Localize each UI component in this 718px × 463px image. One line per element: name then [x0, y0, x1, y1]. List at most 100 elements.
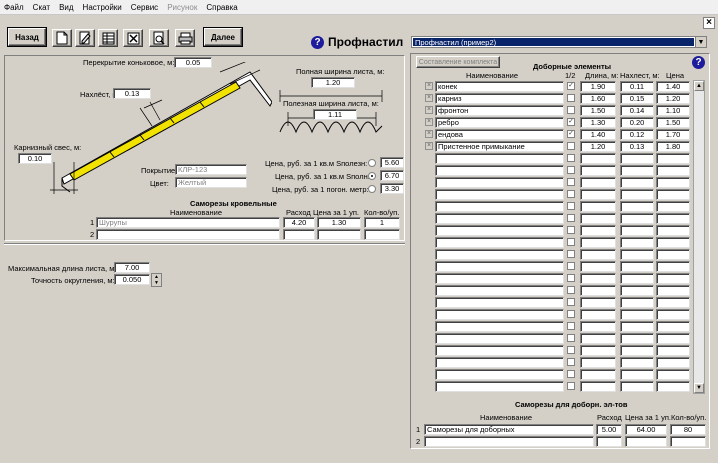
acc-screw-qty-input[interactable] [670, 436, 706, 447]
accessory-price-input[interactable] [656, 381, 690, 392]
accessory-name-input[interactable] [435, 201, 564, 212]
accessory-length-input[interactable]: 1.60 [580, 93, 616, 104]
accessory-overlap-input[interactable] [620, 261, 654, 272]
accessory-price-input[interactable] [656, 177, 690, 188]
accessory-overlap-input[interactable] [620, 273, 654, 284]
accessory-name-input[interactable] [435, 273, 564, 284]
print-button[interactable] [175, 29, 195, 47]
acc-screw-usage-input[interactable]: 5.00 [596, 424, 622, 435]
half-checkbox[interactable] [567, 178, 575, 186]
half-checkbox[interactable] [567, 238, 575, 246]
accessory-overlap-input[interactable] [620, 381, 654, 392]
accessory-overlap-input[interactable] [620, 309, 654, 320]
accessory-price-input[interactable] [656, 189, 690, 200]
accessory-price-input[interactable]: 1.70 [656, 129, 690, 140]
acc-screw-usage-input[interactable] [596, 436, 622, 447]
half-checkbox[interactable] [567, 214, 575, 222]
accessory-price-input[interactable] [656, 237, 690, 248]
accessory-price-input[interactable] [656, 201, 690, 212]
accessory-price-input[interactable] [656, 297, 690, 308]
accessory-overlap-input[interactable] [620, 345, 654, 356]
accessory-price-input[interactable] [656, 225, 690, 236]
price-full-radio[interactable] [368, 172, 376, 180]
accessory-name-input[interactable] [435, 153, 564, 164]
accessory-length-input[interactable] [580, 297, 616, 308]
half-checkbox[interactable] [567, 310, 575, 318]
accessory-overlap-input[interactable]: 0.12 [620, 129, 654, 140]
accessory-length-input[interactable] [580, 201, 616, 212]
color-input[interactable]: Желтый [175, 177, 247, 188]
accessory-price-input[interactable] [656, 249, 690, 260]
accessory-name-input[interactable] [435, 189, 564, 200]
half-checkbox[interactable]: ✓ [567, 130, 575, 138]
accessory-length-input[interactable] [580, 189, 616, 200]
compose-set-button[interactable]: Составление комплекта [416, 56, 500, 68]
accessory-length-input[interactable] [580, 345, 616, 356]
accessories-help-icon[interactable]: ? [692, 56, 705, 69]
accessory-overlap-input[interactable]: 0.20 [620, 117, 654, 128]
accessory-length-input[interactable] [580, 177, 616, 188]
menu-item[interactable]: Справка [206, 3, 237, 12]
rounding-input[interactable]: 0.050 [114, 274, 150, 285]
accessory-price-input[interactable] [656, 153, 690, 164]
accessory-price-input[interactable] [656, 165, 690, 176]
menu-item[interactable]: Настройки [83, 3, 122, 12]
accessory-price-input[interactable]: 1.10 [656, 105, 690, 116]
accessory-price-input[interactable]: 1.20 [656, 93, 690, 104]
accessory-name-input[interactable]: конек [435, 81, 564, 92]
half-checkbox[interactable] [567, 370, 575, 378]
remove-row-icon[interactable]: × [425, 106, 433, 114]
max-length-input[interactable]: 7.00 [114, 262, 150, 273]
overlap-input[interactable]: 0.13 [113, 88, 151, 99]
scroll-down-icon[interactable]: ▼ [694, 383, 704, 393]
screw-usage-input[interactable]: 4.20 [283, 217, 315, 228]
half-checkbox[interactable] [567, 274, 575, 282]
price-full-input[interactable]: 6.70 [380, 170, 404, 181]
edit-document-button[interactable] [75, 29, 95, 47]
scroll-up-icon[interactable]: ▲ [694, 81, 704, 91]
accessory-overlap-input[interactable] [620, 297, 654, 308]
useful-width-input[interactable]: 1.11 [313, 109, 357, 120]
accessory-overlap-input[interactable]: 0.13 [620, 141, 654, 152]
accessory-length-input[interactable] [580, 321, 616, 332]
close-icon[interactable]: × [703, 17, 715, 29]
screw-usage-input[interactable] [283, 229, 315, 240]
ridge-overlap-input[interactable]: 0.05 [174, 57, 212, 68]
coating-input[interactable]: КЛР-123 [175, 164, 247, 175]
accessory-length-input[interactable] [580, 381, 616, 392]
accessory-overlap-input[interactable] [620, 285, 654, 296]
half-checkbox[interactable] [567, 250, 575, 258]
accessory-price-input[interactable]: 1.40 [656, 81, 690, 92]
accessory-length-input[interactable] [580, 213, 616, 224]
price-useful-radio[interactable] [368, 159, 376, 167]
accessory-overlap-input[interactable] [620, 225, 654, 236]
half-checkbox[interactable] [567, 202, 575, 210]
accessory-length-input[interactable] [580, 237, 616, 248]
accessory-name-input[interactable]: ребро [435, 117, 564, 128]
half-checkbox[interactable] [567, 190, 575, 198]
accessory-length-input[interactable] [580, 369, 616, 380]
accessory-name-input[interactable] [435, 381, 564, 392]
price-useful-input[interactable]: 5.60 [380, 157, 404, 168]
accessory-name-input[interactable] [435, 357, 564, 368]
accessory-overlap-input[interactable]: 0.15 [620, 93, 654, 104]
table-button[interactable] [98, 29, 118, 47]
chevron-down-icon[interactable]: ▼ [695, 37, 706, 47]
price-linear-radio[interactable] [368, 185, 376, 193]
accessory-price-input[interactable]: 1.80 [656, 141, 690, 152]
accessory-overlap-input[interactable] [620, 201, 654, 212]
half-checkbox[interactable] [567, 262, 575, 270]
accessory-length-input[interactable] [580, 153, 616, 164]
half-checkbox[interactable] [567, 166, 575, 174]
product-select[interactable]: Профнастил (пример2) ▼ [411, 36, 707, 48]
remove-row-icon[interactable]: × [425, 142, 433, 150]
half-checkbox[interactable] [567, 94, 575, 102]
acc-screw-name-input[interactable]: Саморезы для доборных [424, 424, 594, 435]
accessory-price-input[interactable]: 1.50 [656, 117, 690, 128]
accessory-name-input[interactable] [435, 333, 564, 344]
accessory-overlap-input[interactable]: 0.14 [620, 105, 654, 116]
accessory-name-input[interactable]: фронтон [435, 105, 564, 116]
accessory-name-input[interactable] [435, 213, 564, 224]
half-checkbox[interactable] [567, 346, 575, 354]
accessory-length-input[interactable] [580, 273, 616, 284]
